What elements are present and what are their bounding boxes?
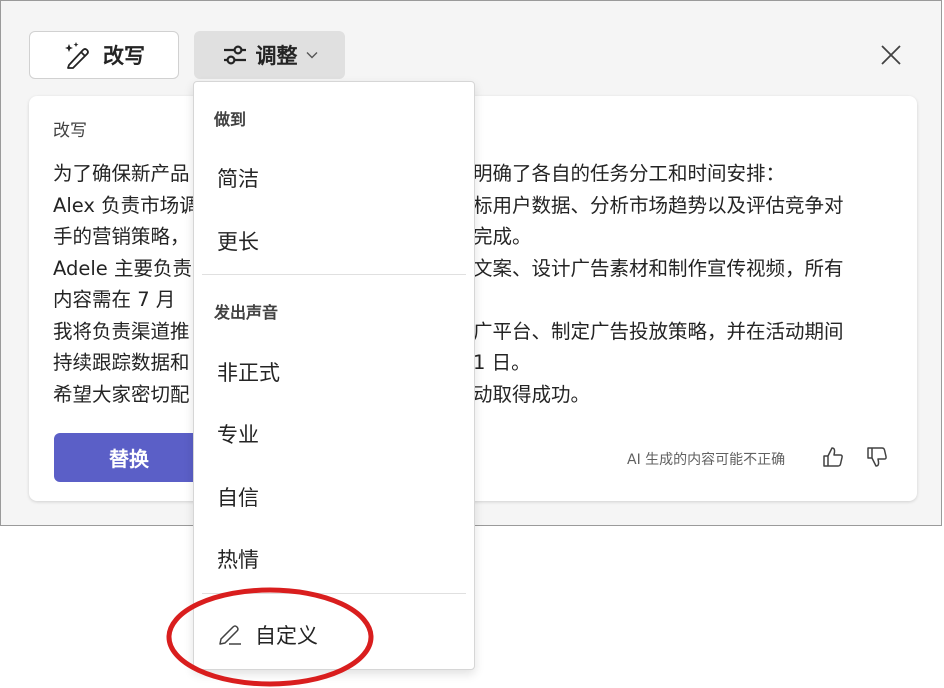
menu-item-enthusiastic[interactable]: 热情 [217, 544, 259, 574]
card-title: 改写 [53, 121, 87, 141]
chevron-down-icon [306, 52, 317, 59]
menu-item-professional[interactable]: 专业 [217, 419, 259, 449]
rewrite-button[interactable]: 改写 [29, 31, 179, 79]
menu-item-confident[interactable]: 自信 [217, 482, 259, 512]
thumbs-down-icon[interactable] [865, 445, 889, 469]
magic-pen-icon [65, 42, 89, 69]
highlight-oval [166, 587, 374, 687]
menu-item-concise[interactable]: 简洁 [217, 163, 259, 193]
adjust-dropdown-menu: 做到 简洁 更长 发出声音 非正式 专业 自信 热情 自定义 [193, 81, 475, 670]
menu-section-header-length: 做到 [214, 110, 247, 129]
adjust-button[interactable]: 调整 [194, 31, 345, 79]
menu-section-header-tone: 发出声音 [214, 303, 279, 322]
ai-disclaimer: AI 生成的内容可能不正确 [627, 452, 786, 468]
replace-button[interactable]: 替换 [54, 433, 204, 482]
menu-item-informal[interactable]: 非正式 [217, 357, 280, 387]
sliders-icon [223, 45, 246, 65]
thumbs-up-icon[interactable] [821, 445, 845, 469]
rewrite-button-label: 改写 [103, 44, 145, 68]
menu-divider [202, 274, 466, 275]
adjust-button-label: 调整 [255, 44, 298, 68]
menu-item-longer[interactable]: 更长 [217, 226, 259, 256]
close-icon[interactable] [877, 41, 905, 69]
